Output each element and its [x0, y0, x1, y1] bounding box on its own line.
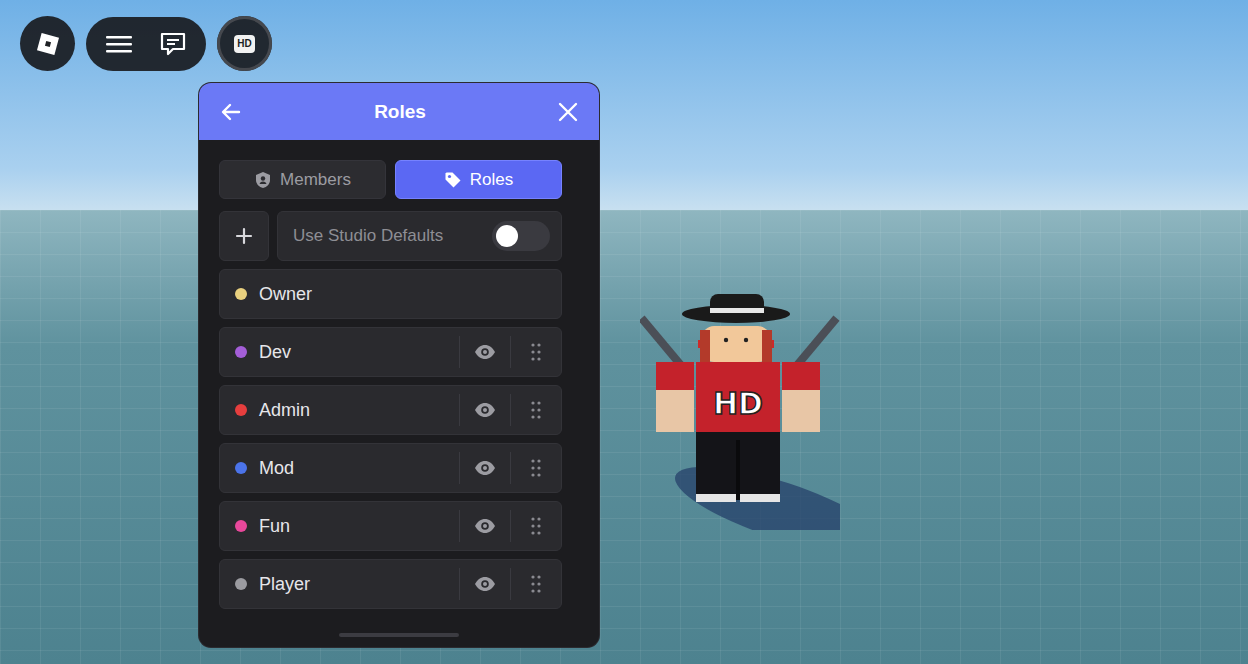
role-name: Admin	[259, 400, 310, 421]
drag-handle[interactable]	[510, 452, 561, 484]
role-color-dot	[235, 346, 247, 358]
role-row[interactable]: Fun	[219, 501, 562, 551]
role-row[interactable]: Owner	[219, 269, 562, 319]
roles-window: Roles Members Roles Use Studio Defaults …	[199, 83, 599, 647]
roblox-logo-icon	[37, 33, 59, 55]
visibility-button[interactable]	[459, 568, 510, 600]
drag-handle[interactable]	[510, 336, 561, 368]
eye-icon	[474, 460, 496, 476]
drag-handle[interactable]	[510, 394, 561, 426]
role-row[interactable]: Mod	[219, 443, 562, 493]
grip-icon	[530, 459, 542, 477]
back-button[interactable]	[215, 96, 247, 128]
plus-icon	[235, 227, 253, 245]
role-color-dot	[235, 288, 247, 300]
eye-icon	[474, 402, 496, 418]
grip-icon	[530, 343, 542, 361]
eye-icon	[474, 518, 496, 534]
window-header: Roles	[199, 83, 599, 140]
baseplate	[0, 210, 1248, 664]
grip-icon	[530, 575, 542, 593]
role-row[interactable]: Dev	[219, 327, 562, 377]
role-label: Mod	[220, 444, 459, 492]
role-color-dot	[235, 578, 247, 590]
close-icon	[557, 101, 579, 123]
hd-admin-button[interactable]: HD	[217, 16, 272, 71]
game-viewport: HD HD Roles Members Roles Use Studio Def…	[0, 0, 1248, 664]
role-name: Fun	[259, 516, 290, 537]
tab-label: Roles	[470, 170, 513, 190]
tab-label: Members	[280, 170, 351, 190]
top-bar: HD	[20, 16, 272, 71]
role-name: Mod	[259, 458, 294, 479]
player-avatar: HD	[640, 290, 840, 530]
role-label: Owner	[220, 270, 561, 318]
menu-button[interactable]	[97, 22, 141, 66]
toggle-switch[interactable]	[492, 221, 550, 251]
shield-icon	[254, 171, 272, 189]
roles-toolbar: Use Studio Defaults	[219, 211, 562, 261]
role-label: Fun	[220, 502, 459, 550]
hd-badge: HD	[234, 35, 254, 53]
toggle-knob	[496, 225, 518, 247]
chat-icon	[159, 31, 187, 57]
tag-icon	[444, 171, 462, 189]
role-color-dot	[235, 404, 247, 416]
back-arrow-icon	[219, 100, 243, 124]
drag-handle[interactable]	[510, 510, 561, 542]
role-name: Owner	[259, 284, 312, 305]
visibility-button[interactable]	[459, 336, 510, 368]
shirt-logo: HD	[713, 386, 763, 421]
grip-icon	[530, 517, 542, 535]
role-color-dot	[235, 520, 247, 532]
studio-defaults-field: Use Studio Defaults	[277, 211, 562, 261]
toggle-label: Use Studio Defaults	[293, 226, 443, 246]
role-color-dot	[235, 462, 247, 474]
eye-icon	[474, 576, 496, 592]
role-label: Dev	[220, 328, 459, 376]
eye-icon	[474, 344, 496, 360]
role-row[interactable]: Admin	[219, 385, 562, 435]
role-name: Player	[259, 574, 310, 595]
add-role-button[interactable]	[219, 211, 269, 261]
close-button[interactable]	[553, 97, 583, 127]
visibility-button[interactable]	[459, 510, 510, 542]
grip-icon	[530, 401, 542, 419]
drag-handle[interactable]	[510, 568, 561, 600]
tab[interactable]: Roles	[395, 160, 562, 199]
role-name: Dev	[259, 342, 291, 363]
role-label: Admin	[220, 386, 459, 434]
chat-button[interactable]	[151, 22, 195, 66]
visibility-button[interactable]	[459, 394, 510, 426]
tab[interactable]: Members	[219, 160, 386, 199]
window-body: Members Roles Use Studio Defaults Owner …	[199, 140, 599, 647]
window-title: Roles	[374, 101, 426, 123]
resize-handle[interactable]	[339, 633, 459, 637]
hamburger-icon	[105, 34, 133, 54]
tab-bar: Members Roles	[219, 160, 562, 199]
role-label: Player	[220, 560, 459, 608]
menu-chat-group	[86, 17, 206, 71]
roblox-menu-button[interactable]	[20, 16, 75, 71]
role-row[interactable]: Player	[219, 559, 562, 609]
visibility-button[interactable]	[459, 452, 510, 484]
